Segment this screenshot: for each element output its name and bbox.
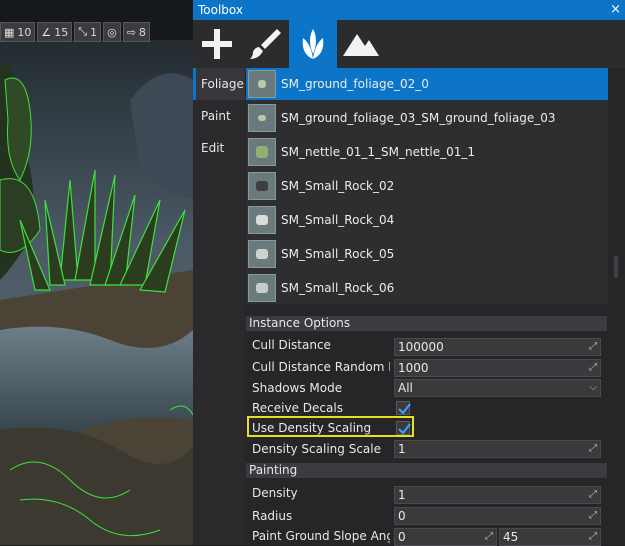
density-field[interactable]: 1 ⤢	[394, 486, 601, 504]
chevron-down-icon: ⌵	[589, 382, 597, 393]
asset-name: SM_ground_foliage_02_0	[281, 77, 429, 91]
asset-name: SM_Small_Rock_05	[281, 247, 395, 261]
asset-thumbnail	[248, 138, 276, 166]
resize-icon: ⤢	[589, 341, 597, 352]
density-label: Density	[252, 486, 298, 500]
list-item[interactable]: SM_ground_foliage_02_0	[246, 68, 608, 100]
receive-decals-checkbox[interactable]	[396, 401, 411, 415]
shadows-mode-label: Shadows Mode	[252, 381, 343, 395]
resize-icon: ⤢	[589, 489, 597, 500]
asset-name: SM_ground_foliage_03_SM_ground_foliage_0…	[281, 111, 556, 125]
camera-speed-button[interactable]: ⇨ 8	[122, 22, 150, 42]
radius-label: Radius	[252, 509, 293, 523]
resize-icon: ⤢	[589, 510, 597, 521]
tab-foliage[interactable]: Foliage	[193, 68, 245, 100]
grid-icon: ▦	[4, 25, 15, 39]
list-item[interactable]: SM_ground_foliage_03_SM_ground_foliage_0…	[246, 102, 608, 134]
foliage-tool-button[interactable]	[289, 20, 337, 68]
angle-icon: ∠	[41, 25, 52, 39]
receive-decals-label: Receive Decals	[252, 401, 343, 415]
toolbox-title-bar: Toolbox ×	[193, 0, 625, 20]
grid-snap-button[interactable]: ▦ 10	[0, 22, 36, 42]
toolbox-tool-bar	[193, 20, 625, 68]
editor-viewport[interactable]: ▦ 10 ∠ 15 ⤡ 1 ◎ ⇨ 8	[0, 0, 193, 545]
asset-list-scrollbar[interactable]	[614, 256, 618, 278]
ground-slope-max-value: 45	[503, 530, 519, 544]
ground-slope-min-value: 0	[398, 530, 406, 544]
use-density-scaling-label: Use Density Scaling	[252, 421, 372, 435]
shadows-mode-value: All	[398, 381, 413, 395]
toolbox-panel: Toolbox × Foliage Paint Edit SM_ground_f…	[193, 0, 625, 546]
ground-slope-label: Paint Ground Slope Angle	[252, 529, 390, 543]
globe-icon: ◎	[107, 25, 117, 39]
asset-thumbnail	[248, 104, 276, 132]
camera-speed-value: 8	[138, 25, 146, 39]
cull-distance-field[interactable]: 100000 ⤢	[394, 338, 601, 356]
painting-header[interactable]: Painting	[246, 463, 607, 478]
paint-brush-icon	[250, 29, 281, 59]
paint-tool-button[interactable]	[241, 20, 289, 68]
density-value: 1	[398, 488, 406, 502]
asset-name: SM_Small_Rock_04	[281, 213, 395, 227]
grid-snap-value: 10	[17, 25, 32, 39]
cull-distance-label: Cull Distance	[252, 338, 331, 352]
toolbox-tabs: Foliage Paint Edit	[193, 68, 245, 545]
tab-edit[interactable]: Edit	[193, 132, 245, 164]
radius-field[interactable]: 0 ⤢	[394, 507, 601, 525]
radius-value: 0	[398, 509, 406, 523]
rotation-snap-value: 15	[54, 25, 69, 39]
transform-space-button[interactable]: ◎	[103, 22, 121, 42]
properties-panel: Instance Options Cull Distance 100000 ⤢ …	[246, 310, 608, 546]
resize-icon: ⤢	[589, 531, 597, 542]
density-scaling-scale-field[interactable]: 1 ⤢	[394, 440, 601, 458]
asset-name: SM_nettle_01_1_SM_nettle_01_1	[281, 145, 475, 159]
toolbox-title: Toolbox	[198, 3, 243, 17]
density-scaling-scale-value: 1	[398, 442, 406, 456]
ground-slope-max-field[interactable]: 45 ⤢	[499, 528, 601, 546]
use-density-scaling-checkbox[interactable]	[396, 421, 411, 435]
asset-thumbnail	[248, 240, 276, 268]
ground-slope-min-field[interactable]: 0 ⤢	[394, 528, 497, 546]
tab-paint[interactable]: Paint	[193, 100, 245, 132]
asset-name: SM_Small_Rock_02	[281, 179, 395, 193]
foliage-asset-list: SM_ground_foliage_02_0 SM_ground_foliage…	[246, 68, 608, 304]
resize-icon: ⤢	[589, 443, 597, 454]
asset-thumbnail	[248, 274, 276, 302]
list-item[interactable]: SM_Small_Rock_02	[246, 170, 608, 202]
list-item[interactable]: SM_Small_Rock_06	[246, 272, 608, 304]
cull-distance-random-label: Cull Distance Random Ra	[252, 360, 390, 374]
asset-thumbnail	[248, 172, 276, 200]
list-item[interactable]: SM_Small_Rock_05	[246, 238, 608, 270]
viewport-toolbar: ▦ 10 ∠ 15 ⤡ 1 ◎ ⇨ 8	[0, 22, 150, 46]
cull-distance-random-field[interactable]: 1000 ⤢	[394, 359, 601, 377]
scale-icon: ⤡	[78, 25, 88, 38]
scale-snap-value: 1	[90, 25, 98, 39]
list-item[interactable]: SM_nettle_01_1_SM_nettle_01_1	[246, 136, 608, 168]
asset-name: SM_Small_Rock_06	[281, 281, 395, 295]
terrain-icon	[343, 34, 379, 56]
asset-thumbnail	[248, 206, 276, 234]
scale-snap-button[interactable]: ⤡ 1	[74, 22, 102, 42]
resize-icon: ⤢	[589, 362, 597, 373]
list-item[interactable]: SM_Small_Rock_04	[246, 204, 608, 236]
cull-distance-random-value: 1000	[398, 361, 429, 375]
check-icon	[398, 423, 411, 435]
resize-icon: ⤢	[485, 531, 493, 542]
add-tool-button[interactable]	[193, 20, 241, 68]
instance-options-header[interactable]: Instance Options	[246, 316, 607, 331]
check-icon	[398, 403, 411, 415]
shadows-mode-dropdown[interactable]: All ⌵	[394, 379, 601, 397]
camera-speed-icon: ⇨	[126, 25, 136, 39]
asset-thumbnail	[248, 70, 276, 98]
cull-distance-value: 100000	[398, 340, 444, 354]
scene-render	[0, 0, 193, 545]
terrain-tool-button[interactable]	[337, 20, 385, 68]
close-icon[interactable]: ×	[610, 0, 621, 20]
density-scaling-scale-label: Density Scaling Scale	[252, 442, 381, 456]
add-icon	[202, 29, 232, 59]
foliage-icon	[302, 29, 324, 59]
rotation-snap-button[interactable]: ∠ 15	[37, 22, 73, 42]
